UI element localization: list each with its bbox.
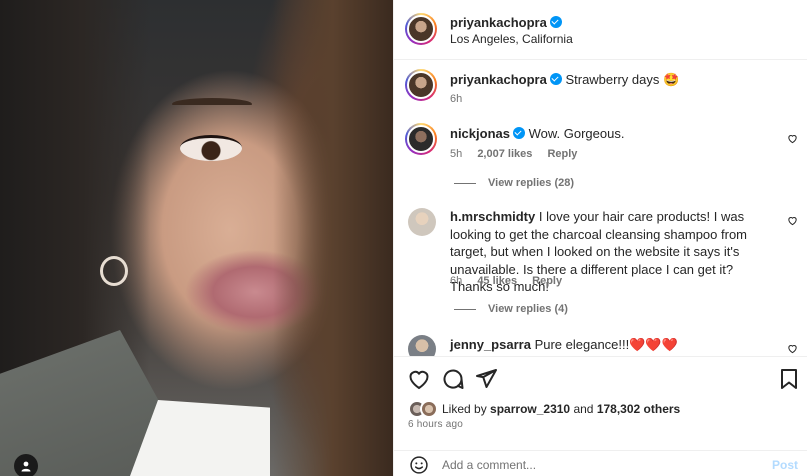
comment-heart-icon[interactable]: [787, 215, 798, 226]
verified-badge-icon: [512, 127, 525, 139]
post-header: priyankachopra Los Angeles, California: [394, 0, 807, 60]
comment-line: nickjonas Wow. Gorgeous.: [450, 125, 624, 143]
action-bar: [394, 356, 807, 398]
view-replies-button[interactable]: View replies (28): [454, 177, 574, 189]
caption-meta: 6h: [450, 93, 474, 105]
comment-line: jenny_psarra Pure elegance!!!❤️❤️❤️: [450, 336, 678, 354]
post-timestamp[interactable]: 6 hours ago: [408, 419, 463, 430]
author-username[interactable]: priyankachopra: [450, 15, 547, 30]
send-icon[interactable]: [474, 367, 498, 391]
liker-avatars[interactable]: [408, 400, 440, 418]
photo-hair-right: [273, 0, 393, 476]
author-username-row: priyankachopra: [450, 15, 562, 30]
comments-list: priyankachopra Strawberry days 🤩 6h nick…: [394, 61, 807, 356]
post-comment-button[interactable]: Post: [772, 458, 798, 472]
photo-eye: [180, 135, 242, 161]
comment-username[interactable]: jenny_psarra: [450, 337, 531, 352]
user-tag-button[interactable]: [14, 454, 38, 476]
post-location[interactable]: Los Angeles, California: [450, 32, 573, 46]
comment-username[interactable]: nickjonas: [450, 126, 510, 141]
view-replies-label: View replies (28): [488, 177, 575, 189]
reply-button[interactable]: Reply: [532, 275, 562, 287]
post-panel: priyankachopra Los Angeles, California p…: [393, 0, 807, 476]
author-avatar[interactable]: [405, 13, 437, 45]
likes-summary: Liked by sparrow_2310 and 178,302 others…: [394, 398, 807, 440]
comment-username[interactable]: h.mrschmidty: [450, 209, 535, 224]
add-comment-bar: Post: [394, 450, 807, 476]
likes-prefix: Liked by: [442, 402, 487, 416]
likes-connector: and: [573, 402, 594, 416]
view-replies-label: View replies (4): [488, 303, 568, 315]
heart-icon[interactable]: [407, 367, 431, 391]
emoji-icon[interactable]: [409, 455, 429, 475]
likes-text: Liked by sparrow_2310 and 178,302 others: [442, 402, 680, 416]
comment-avatar[interactable]: [408, 335, 436, 356]
user-tag-icon: [21, 461, 31, 472]
comment-heart-icon[interactable]: [787, 343, 798, 354]
comment-heart-icon[interactable]: [787, 133, 798, 144]
caption-avatar[interactable]: [405, 69, 437, 101]
photo-brow: [172, 98, 252, 110]
comment-time: 6h: [450, 275, 463, 287]
comment-icon[interactable]: [441, 367, 465, 391]
view-replies-button[interactable]: View replies (4): [454, 303, 568, 315]
comment-avatar[interactable]: [405, 123, 437, 155]
comment-text: Pure elegance!!!❤️❤️❤️: [534, 337, 678, 352]
post-photo[interactable]: [0, 0, 393, 476]
comment-input[interactable]: [442, 455, 752, 475]
verified-badge-icon: [549, 73, 562, 85]
comment-likes[interactable]: 2,007 likes: [477, 148, 532, 160]
bookmark-icon[interactable]: [777, 367, 801, 391]
caption-time: 6h: [450, 93, 463, 105]
caption-line: priyankachopra Strawberry days 🤩: [450, 71, 679, 89]
caption-text: Strawberry days 🤩: [565, 72, 680, 87]
comment-time: 5h: [450, 148, 463, 160]
verified-badge-icon: [549, 16, 562, 28]
comment-meta: 5h 2,007 likes Reply: [450, 148, 589, 160]
caption-username[interactable]: priyankachopra: [450, 72, 547, 87]
comment-text: Wow. Gorgeous.: [528, 126, 625, 141]
replies-divider: [454, 182, 476, 184]
likes-user[interactable]: sparrow_2310: [490, 402, 570, 416]
replies-divider: [454, 308, 476, 310]
photo-earring: [100, 256, 128, 286]
reply-button[interactable]: Reply: [547, 148, 577, 160]
comment-likes[interactable]: 45 likes: [477, 275, 517, 287]
comment-meta: 6h 45 likes Reply: [450, 275, 574, 287]
likes-others[interactable]: 178,302 others: [597, 402, 680, 416]
comment-avatar[interactable]: [408, 208, 436, 236]
